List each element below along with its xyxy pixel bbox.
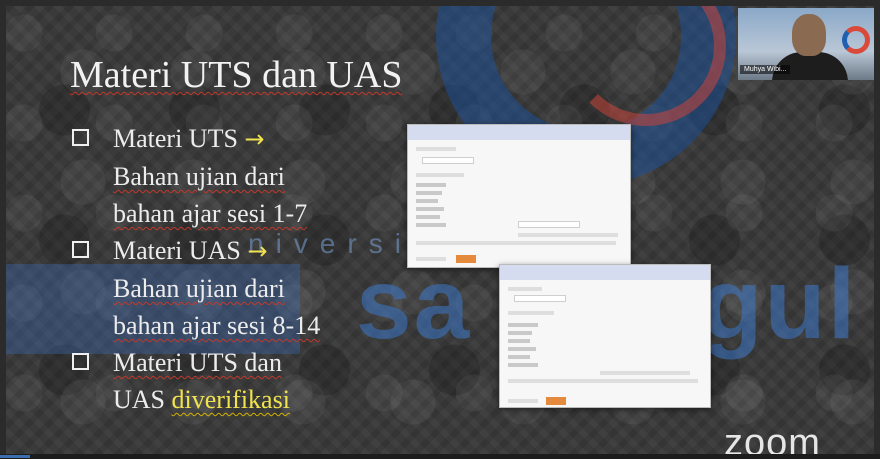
arrow-right-icon: → (247, 237, 268, 265)
form-header (500, 265, 710, 280)
form-row (508, 323, 538, 327)
bullet-item: Materi UAS → Bahan ujian dari bahan ajar… (72, 232, 412, 344)
form-row (518, 233, 618, 237)
form-row (416, 241, 616, 245)
bullet-highlight: diverifikasi (171, 385, 290, 414)
form-button (456, 255, 476, 263)
slide-title: Materi UTS dan UAS (70, 56, 402, 94)
form-row (508, 287, 542, 291)
participant-background-logo (842, 26, 870, 54)
form-field (518, 221, 580, 228)
form-row (508, 331, 532, 335)
form-screenshot-uts (407, 124, 631, 268)
form-row (416, 191, 442, 195)
form-row (416, 223, 446, 227)
form-row (508, 379, 698, 383)
bullet-text: Materi UTS dan UAS diverifikasi (113, 344, 290, 418)
checkbox-icon (72, 241, 89, 258)
bullet-line: bahan ajar sesi 8-14 (113, 311, 321, 340)
form-row (416, 207, 444, 211)
form-row (416, 147, 456, 151)
bullet-heading: Materi UAS (113, 236, 241, 265)
zoom-logo: zoom (724, 422, 821, 454)
bottom-bar (0, 454, 880, 459)
form-row (600, 371, 690, 375)
form-field (514, 295, 566, 302)
form-field (422, 157, 474, 164)
participant-face (792, 14, 826, 56)
form-row (416, 215, 440, 219)
participant-name: Muhya Wibi... (740, 65, 791, 74)
bullet-text: Materi UTS → Bahan ujian dari bahan ajar… (113, 120, 307, 232)
form-row (508, 363, 538, 367)
arrow-right-icon: → (244, 125, 265, 153)
bullet-line: Bahan ujian dari (113, 274, 285, 303)
form-row (416, 257, 446, 261)
form-row (416, 199, 438, 203)
bottom-bar-accent (0, 455, 30, 458)
bullet-item: Materi UTS → Bahan ujian dari bahan ajar… (72, 120, 412, 232)
form-row (416, 183, 446, 187)
checkbox-icon (72, 129, 89, 146)
form-row (508, 347, 536, 351)
form-row (508, 311, 554, 315)
form-row (508, 399, 538, 403)
form-header (408, 125, 630, 140)
checkbox-icon (72, 353, 89, 370)
form-row (508, 339, 530, 343)
bullet-line: UAS (113, 385, 166, 414)
bullet-heading: Materi UTS dan (113, 348, 282, 377)
bullet-heading: Materi UTS (113, 124, 238, 153)
form-row (416, 173, 464, 177)
form-row (508, 355, 530, 359)
bullet-text: Materi UAS → Bahan ujian dari bahan ajar… (113, 232, 320, 344)
participant-video-tile[interactable]: Muhya Wibi... (738, 8, 874, 80)
bullet-line: Bahan ujian dari (113, 162, 285, 191)
bullet-list: Materi UTS → Bahan ujian dari bahan ajar… (72, 120, 412, 418)
bullet-item: Materi UTS dan UAS diverifikasi (72, 344, 412, 418)
bullet-line: bahan ajar sesi 1-7 (113, 199, 308, 228)
form-screenshot-uas (499, 264, 711, 408)
slide-title-text: Materi UTS dan UAS (70, 54, 403, 96)
form-button (546, 397, 566, 405)
